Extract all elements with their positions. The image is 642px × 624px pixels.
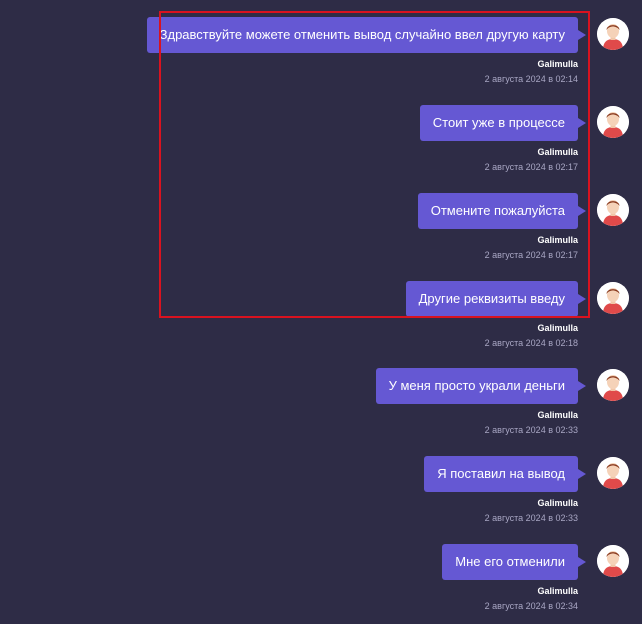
message-author: Galimulla (537, 235, 578, 245)
message-author: Galimulla (537, 410, 578, 420)
bubble-tail (578, 30, 586, 40)
message-timestamp: 2 августа 2024 в 02:14 (484, 74, 578, 84)
user-avatar-icon[interactable] (597, 282, 629, 314)
chat-message: Другие реквизиты введу Galimulla 2 авгус… (0, 281, 642, 361)
message-author: Galimulla (537, 147, 578, 157)
message-timestamp: 2 августа 2024 в 02:18 (484, 338, 578, 348)
message-timestamp: 2 августа 2024 в 02:17 (484, 162, 578, 172)
message-bubble[interactable]: Другие реквизиты введу (405, 281, 578, 317)
user-avatar-icon[interactable] (597, 194, 629, 226)
message-timestamp: 2 августа 2024 в 02:33 (484, 425, 578, 435)
message-timestamp: 2 августа 2024 в 02:34 (484, 601, 578, 611)
user-avatar-icon[interactable] (597, 18, 629, 50)
message-bubble[interactable]: У меня просто украли деньги (375, 368, 578, 404)
message-bubble[interactable]: Здравствуйте можете отменить вывод случа… (146, 17, 578, 53)
message-bubble[interactable]: Отмените пожалуйста (417, 193, 578, 229)
chat-message-list: Здравствуйте можете отменить вывод случа… (0, 0, 642, 611)
message-timestamp: 2 августа 2024 в 02:17 (484, 250, 578, 260)
chat-message: У меня просто украли деньги Galimulla 2 … (0, 368, 642, 448)
bubble-tail (578, 294, 586, 304)
chat-message: Я поставил на вывод Galimulla 2 августа … (0, 456, 642, 536)
message-author: Galimulla (537, 586, 578, 596)
message-bubble[interactable]: Я поставил на вывод (424, 456, 578, 492)
message-bubble[interactable]: Стоит уже в процессе (419, 105, 578, 141)
message-author: Galimulla (537, 323, 578, 333)
user-avatar-icon[interactable] (597, 457, 629, 489)
message-author: Galimulla (537, 498, 578, 508)
bubble-tail (578, 206, 586, 216)
user-avatar-icon[interactable] (597, 369, 629, 401)
chat-message: Мне его отменили Galimulla 2 августа 202… (0, 544, 642, 624)
chat-message: Стоит уже в процессе Galimulla 2 августа… (0, 105, 642, 185)
bubble-tail (578, 557, 586, 567)
user-avatar-icon[interactable] (597, 545, 629, 577)
chat-message: Отмените пожалуйста Galimulla 2 августа … (0, 193, 642, 273)
user-avatar-icon[interactable] (597, 106, 629, 138)
bubble-tail (578, 118, 586, 128)
bubble-tail (578, 469, 586, 479)
message-author: Galimulla (537, 59, 578, 69)
message-timestamp: 2 августа 2024 в 02:33 (484, 513, 578, 523)
chat-message: Здравствуйте можете отменить вывод случа… (0, 17, 642, 97)
message-bubble[interactable]: Мне его отменили (442, 544, 578, 580)
bubble-tail (578, 381, 586, 391)
